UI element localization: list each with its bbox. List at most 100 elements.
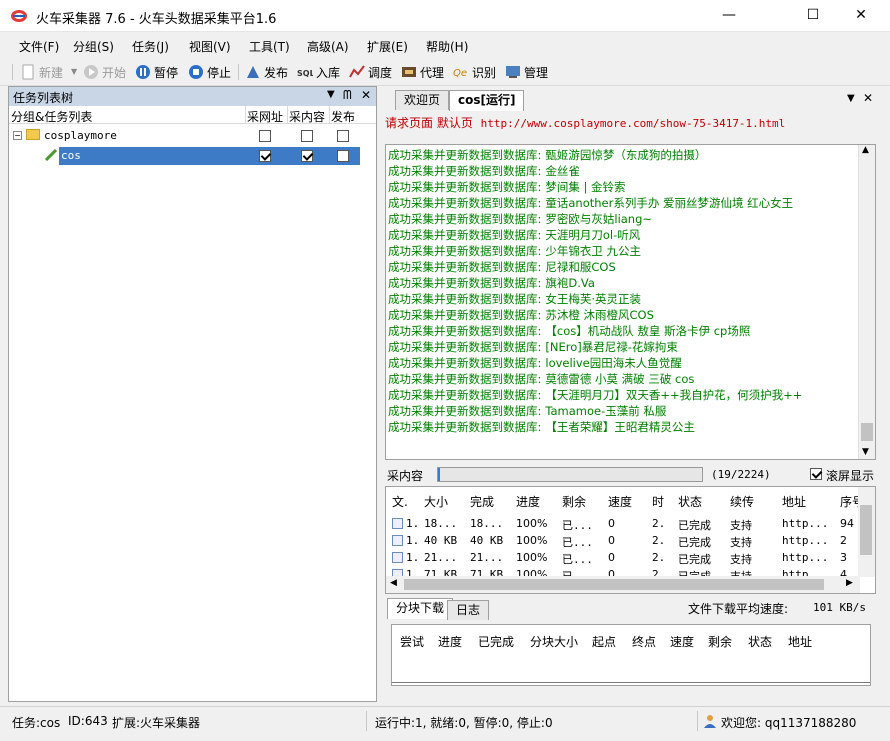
- stop-button[interactable]: 停止: [188, 63, 231, 81]
- import-db-button[interactable]: SQL 入库: [297, 63, 340, 81]
- col-publish[interactable]: 发布: [331, 108, 355, 125]
- tab-log[interactable]: 日志: [447, 600, 490, 620]
- proxy-button[interactable]: 代理: [401, 63, 444, 81]
- menu-task[interactable]: 任务(J): [132, 38, 169, 55]
- log-line-title: 天涯明月刀ol-听风: [545, 228, 641, 242]
- col-group-task[interactable]: 分组&任务列表: [11, 108, 92, 125]
- tree-group-row[interactable]: − cosplaymore: [9, 127, 376, 145]
- group-publish-checkbox[interactable]: [337, 130, 349, 142]
- download-vscroll-thumb[interactable]: [860, 505, 872, 555]
- group-content-checkbox[interactable]: [301, 130, 313, 142]
- segment-col-header[interactable]: 进度: [438, 633, 462, 650]
- download-vscrollbar[interactable]: [858, 487, 875, 577]
- stop-icon: [188, 64, 204, 80]
- progress-fill: [438, 468, 441, 481]
- scroll-display-label[interactable]: 滚屏显示: [826, 467, 874, 484]
- menu-extend[interactable]: 扩展(E): [367, 38, 408, 55]
- log-line-title: Tamamoe-玉藻前 私服: [545, 404, 667, 418]
- download-row[interactable]: 1. 18... 18... 100% 已... 0 2. 已完成 支持 http... 94: [386, 515, 860, 532]
- download-col-header[interactable]: 速度: [608, 493, 632, 510]
- close-button[interactable]: ✕: [838, 0, 884, 31]
- user-avatar-icon: [703, 714, 717, 728]
- download-cell: 2.: [652, 551, 666, 564]
- log-line-prefix: 成功采集并更新数据到数据库:: [388, 324, 542, 338]
- download-col-header[interactable]: 大小: [424, 493, 448, 510]
- task-publish-checkbox[interactable]: [337, 150, 349, 162]
- log-line-title: 莫德雷德 小莫 满破 三破 cos: [545, 372, 695, 386]
- panel-dropdown-icon[interactable]: ▼: [327, 89, 335, 100]
- minimize-button[interactable]: —: [706, 0, 752, 31]
- tab-segment-download[interactable]: 分块下载: [387, 598, 454, 619]
- download-col-header[interactable]: 剩余: [562, 493, 586, 510]
- scroll-left-icon[interactable]: ◀: [390, 578, 397, 588]
- scroll-right-icon[interactable]: ▶: [846, 578, 853, 588]
- segment-col-header[interactable]: 剩余: [708, 633, 732, 650]
- scroll-down-icon[interactable]: ▼: [862, 447, 869, 457]
- publish-button[interactable]: 发布: [245, 63, 288, 81]
- menu-file[interactable]: 文件(F): [19, 38, 59, 55]
- col-collect-url[interactable]: 采网址: [247, 108, 283, 125]
- tab-welcome[interactable]: 欢迎页: [395, 90, 450, 110]
- scroll-display-checkbox[interactable]: [810, 468, 822, 480]
- status-bar: 任务:cos ID:643 扩展:火车采集器 运行中:1, 就绪:0, 暂停:0…: [0, 706, 890, 741]
- panel-close-icon[interactable]: ✕: [361, 88, 371, 102]
- download-col-header[interactable]: 时: [652, 493, 664, 510]
- menu-group[interactable]: 分组(S): [73, 38, 114, 55]
- pause-button[interactable]: 暂停: [135, 63, 178, 81]
- image-file-icon: [392, 552, 403, 563]
- col-collect-content[interactable]: 采内容: [289, 108, 325, 125]
- recognize-button[interactable]: Qe 识别: [453, 63, 496, 81]
- tab-dropdown-icon[interactable]: ▼: [847, 93, 855, 104]
- pin-icon[interactable]: ᗰ: [343, 88, 352, 103]
- download-hscroll-thumb[interactable]: [404, 579, 824, 590]
- tab-close-icon[interactable]: ✕: [863, 91, 873, 105]
- segment-col-header[interactable]: 分块大小: [530, 633, 578, 650]
- segment-col-header[interactable]: 状态: [748, 633, 772, 650]
- manage-button[interactable]: 管理: [505, 63, 548, 81]
- download-col-header[interactable]: 状态: [678, 493, 702, 510]
- task-content-checkbox[interactable]: [301, 150, 313, 162]
- scroll-up-icon[interactable]: ▲: [862, 145, 869, 155]
- log-scroll-thumb[interactable]: [861, 423, 873, 441]
- segment-col-header[interactable]: 起点: [592, 633, 616, 650]
- menu-tools[interactable]: 工具(T): [249, 38, 290, 55]
- request-url[interactable]: http://www.cosplaymore.com/show-75-3417-…: [481, 117, 786, 130]
- menu-help[interactable]: 帮助(H): [426, 38, 468, 55]
- tree-task-row[interactable]: cos: [9, 147, 376, 165]
- status-divider: [697, 711, 698, 731]
- start-button[interactable]: 开始: [83, 63, 126, 81]
- download-cell: 2: [840, 534, 847, 547]
- log-scrollbar[interactable]: ▲ ▼: [858, 145, 875, 459]
- segment-col-header[interactable]: 尝试: [400, 633, 424, 650]
- segment-col-header[interactable]: 已完成: [478, 633, 514, 650]
- download-col-header[interactable]: 完成: [470, 493, 494, 510]
- menu-view[interactable]: 视图(V): [189, 38, 231, 55]
- download-row[interactable]: 1. 40 KB 40 KB 100% 已... 0 2. 已完成 支持 http... 2: [386, 532, 860, 549]
- log-line: 成功采集并更新数据到数据库: lovelive园田海未人鱼觉醒: [388, 355, 682, 371]
- download-col-header[interactable]: 地址: [782, 493, 806, 510]
- task-url-checkbox[interactable]: [259, 150, 271, 162]
- collapse-toggle-icon[interactable]: −: [13, 131, 22, 140]
- tab-cos-running[interactable]: cos[运行]: [449, 90, 525, 111]
- download-col-header[interactable]: 续传: [730, 493, 754, 510]
- log-line: 成功采集并更新数据到数据库: [NEro]暴君尼禄-花嫁拘束: [388, 339, 678, 355]
- doc-tab-bar: 欢迎页 cos[运行] ▼ ✕: [381, 86, 886, 111]
- group-url-checkbox[interactable]: [259, 130, 271, 142]
- segment-col-header[interactable]: 地址: [788, 633, 812, 650]
- segment-col-header[interactable]: 终点: [632, 633, 656, 650]
- new-button[interactable]: 新建: [20, 63, 63, 81]
- download-hscrollbar[interactable]: ◀ ▶: [386, 576, 860, 593]
- segment-list: 尝试 进度 已完成 分块大小 起点 终点 速度 剩余 状态 地址: [391, 624, 871, 686]
- schedule-button[interactable]: 调度: [349, 63, 392, 81]
- menu-advanced[interactable]: 高级(A): [307, 38, 349, 55]
- log-line-title: 梦间集 | 金铃索: [545, 180, 626, 194]
- log-line: 成功采集并更新数据到数据库: 梦间集 | 金铃索: [388, 179, 626, 195]
- download-col-header[interactable]: 文.: [392, 493, 408, 510]
- maximize-button[interactable]: ☐: [790, 0, 836, 31]
- download-cell: 40 KB: [424, 534, 458, 547]
- new-dropdown-arrow-icon[interactable]: ▼: [71, 67, 77, 76]
- log-line-prefix: 成功采集并更新数据到数据库:: [388, 212, 542, 226]
- download-row[interactable]: 1. 21... 21... 100% 已... 0 2. 已完成 支持 http... 3: [386, 549, 860, 566]
- download-col-header[interactable]: 进度: [516, 493, 540, 510]
- segment-col-header[interactable]: 速度: [670, 633, 694, 650]
